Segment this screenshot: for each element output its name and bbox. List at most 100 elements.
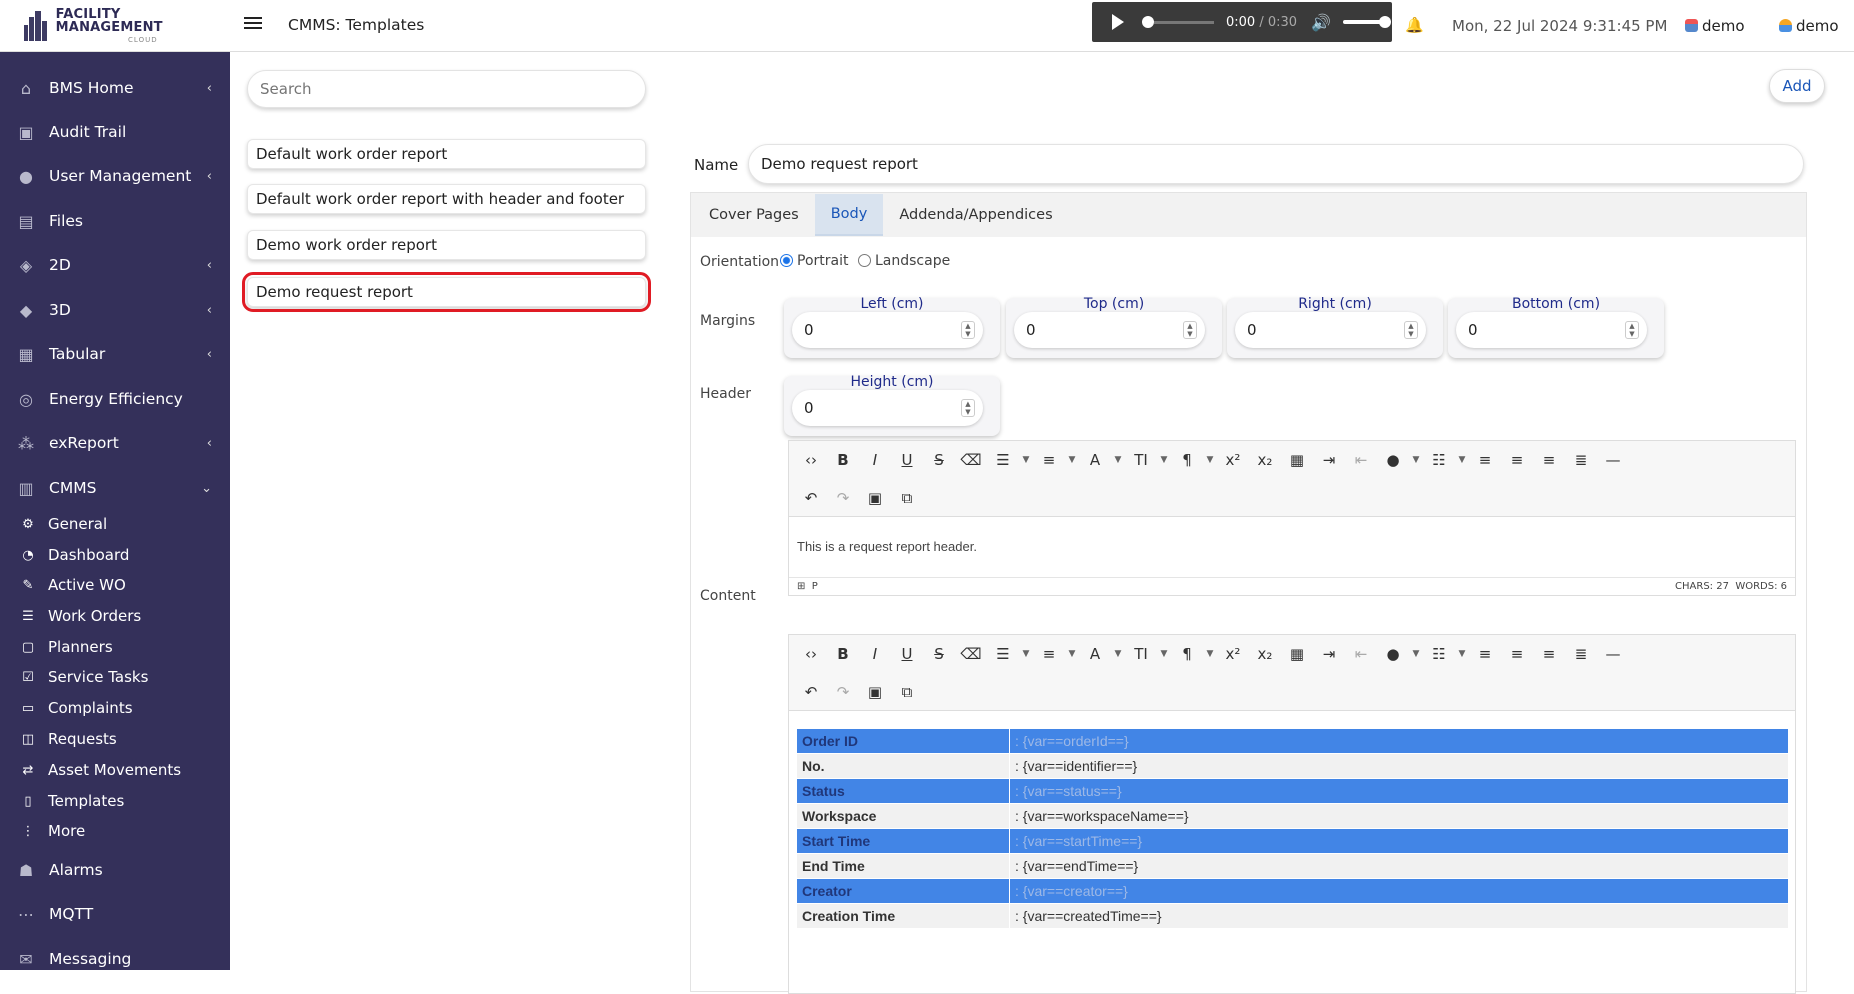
redo-icon[interactable]: ↷	[827, 683, 859, 701]
volume-icon[interactable]: 🔊	[1311, 13, 1331, 32]
table-row[interactable]: Workspace: {var==workspaceName==}	[796, 803, 1789, 829]
chevron-down-icon[interactable]: ▼	[1409, 649, 1423, 659]
undo-icon[interactable]: ↶	[795, 683, 827, 701]
bullet-list-icon[interactable]: ☰	[987, 645, 1019, 663]
sidebar-item-messaging[interactable]: ✉ Messaging	[0, 937, 230, 981]
margin-top-input[interactable]: 0 ▲ ▼	[1014, 312, 1205, 348]
strikethrough-icon[interactable]: S	[923, 451, 955, 469]
table-row[interactable]: Creator: {var==creator==}	[796, 878, 1789, 904]
header-editor-content[interactable]: This is a request report header.	[789, 517, 1795, 577]
chevron-down-icon[interactable]: ▼	[1111, 455, 1125, 465]
undo-icon[interactable]: ↶	[795, 489, 827, 507]
horizontal-rule-icon[interactable]: —	[1597, 451, 1629, 469]
outdent-icon[interactable]: ⇤	[1345, 645, 1377, 663]
redo-icon[interactable]: ↷	[827, 489, 859, 507]
spinner-icon[interactable]: ▲ ▼	[961, 321, 975, 339]
bell-icon[interactable]: 🔔	[1405, 16, 1424, 34]
image-icon[interactable]: ▣	[859, 683, 891, 701]
indent-icon[interactable]: ⇥	[1313, 645, 1345, 663]
sidebar-sub-general[interactable]: ⚙ General	[0, 509, 230, 539]
content-editor-area[interactable]: Order ID: {var==orderId==} No.: {var==id…	[789, 711, 1795, 991]
sidebar-item-files[interactable]: ▤ Files	[0, 199, 230, 243]
template-name-input[interactable]: Demo request report	[748, 144, 1804, 184]
template-list-item-selected[interactable]: Demo request report	[242, 272, 651, 312]
workspace-user-button[interactable]: demo	[1685, 17, 1745, 35]
variable-icon[interactable]: ⧉	[891, 683, 923, 701]
spinner-icon[interactable]: ▲ ▼	[1625, 321, 1639, 339]
align-center-icon[interactable]: ≡	[1501, 451, 1533, 469]
code-view-icon[interactable]: ‹›	[795, 645, 827, 663]
sidebar-item-alarms[interactable]: ☗ Alarms	[0, 848, 230, 892]
sidebar-sub-complaints[interactable]: ▭ Complaints	[0, 693, 230, 723]
paragraph-icon[interactable]: ¶	[1171, 451, 1203, 469]
indent-icon[interactable]: ⇥	[1313, 451, 1345, 469]
radio-unchecked-icon[interactable]	[858, 254, 871, 267]
sidebar-sub-dashboard[interactable]: ◔ Dashboard	[0, 540, 230, 570]
seek-track[interactable]	[1154, 20, 1214, 24]
spinner-icon[interactable]: ▲ ▼	[1183, 321, 1197, 339]
table-row[interactable]: End Time: {var==endTime==}	[796, 853, 1789, 879]
align-list-icon[interactable]: ☷	[1423, 451, 1455, 469]
align-left-icon[interactable]: ≡	[1469, 645, 1501, 663]
tab-cover-pages[interactable]: Cover Pages	[693, 194, 815, 236]
bold-icon[interactable]: B	[827, 645, 859, 663]
margin-right-input[interactable]: 0 ▲ ▼	[1235, 312, 1426, 348]
align-list-icon[interactable]: ☷	[1423, 645, 1455, 663]
font-icon[interactable]: A	[1079, 451, 1111, 469]
chevron-down-icon[interactable]: ▼	[1157, 455, 1171, 465]
numbered-list-icon[interactable]: ≡	[1033, 645, 1065, 663]
play-icon[interactable]	[1112, 14, 1124, 30]
font-size-icon[interactable]: TI	[1125, 451, 1157, 469]
chevron-down-icon[interactable]: ▼	[1065, 455, 1079, 465]
underline-icon[interactable]: U	[891, 451, 923, 469]
table-insert-icon[interactable]: ▦	[1281, 645, 1313, 663]
numbered-list-icon[interactable]: ≡	[1033, 451, 1065, 469]
orientation-landscape-option[interactable]: Landscape	[858, 253, 950, 269]
radio-checked-icon[interactable]	[780, 254, 793, 267]
align-right-icon[interactable]: ≡	[1533, 645, 1565, 663]
user-account-button[interactable]: demo	[1779, 17, 1839, 35]
sidebar-sub-templates[interactable]: ▯ Templates	[0, 786, 230, 816]
resize-icon[interactable]: ⊞	[797, 581, 805, 592]
sidebar-item-2d[interactable]: ◈ 2D ‹	[0, 243, 230, 287]
spinner-icon[interactable]: ▲ ▼	[1404, 321, 1418, 339]
template-list-item[interactable]: Default work order report	[247, 139, 646, 169]
sidebar-item-exreport[interactable]: ⁂ exReport ‹	[0, 421, 230, 465]
subscript-icon[interactable]: x₂	[1249, 645, 1281, 663]
table-insert-icon[interactable]: ▦	[1281, 451, 1313, 469]
paragraph-icon[interactable]: ¶	[1171, 645, 1203, 663]
chevron-down-icon[interactable]: ▼	[1455, 649, 1469, 659]
table-row[interactable]: Start Time: {var==startTime==}	[796, 828, 1789, 854]
chevron-down-icon[interactable]: ▼	[1019, 455, 1033, 465]
tab-addenda[interactable]: Addenda/Appendices	[883, 194, 1068, 236]
bold-icon[interactable]: B	[827, 451, 859, 469]
italic-icon[interactable]: I	[859, 645, 891, 663]
table-row[interactable]: No.: {var==identifier==}	[796, 753, 1789, 779]
volume-slider[interactable]	[1342, 16, 1391, 28]
sidebar-item-3d[interactable]: ◆ 3D ‹	[0, 288, 230, 332]
align-right-icon[interactable]: ≡	[1533, 451, 1565, 469]
color-icon[interactable]: ●	[1377, 645, 1409, 663]
table-row[interactable]: Creation Time: {var==createdTime==}	[796, 903, 1789, 929]
sidebar-item-mqtt[interactable]: ⋯ MQTT	[0, 892, 230, 936]
color-icon[interactable]: ●	[1377, 451, 1409, 469]
spinner-icon[interactable]: ▲ ▼	[961, 399, 975, 417]
eraser-icon[interactable]: ⌫	[955, 645, 987, 663]
table-row[interactable]: Status: {var==status==}	[796, 778, 1789, 804]
underline-icon[interactable]: U	[891, 645, 923, 663]
sidebar-item-user-management[interactable]: ● User Management ‹	[0, 154, 230, 198]
header-height-input[interactable]: 0 ▲ ▼	[792, 390, 983, 426]
font-size-icon[interactable]: TI	[1125, 645, 1157, 663]
superscript-icon[interactable]: x²	[1217, 451, 1249, 469]
chevron-down-icon[interactable]: ▼	[1203, 649, 1217, 659]
chevron-down-icon[interactable]: ▼	[1065, 649, 1079, 659]
app-logo[interactable]: FACILITY MANAGEMENT CLOUD	[0, 0, 230, 52]
sidebar-item-energy-efficiency[interactable]: ◎ Energy Efficiency	[0, 377, 230, 421]
sidebar-item-audit-trail[interactable]: ▣ Audit Trail	[0, 110, 230, 154]
sidebar-item-cmms[interactable]: ▥ CMMS ⌄	[0, 466, 230, 510]
sidebar-sub-asset-movements[interactable]: ⇄ Asset Movements	[0, 755, 230, 785]
chevron-down-icon[interactable]: ▼	[1203, 455, 1217, 465]
sidebar-sub-requests[interactable]: ◫ Requests	[0, 724, 230, 754]
chevron-down-icon[interactable]: ▼	[1157, 649, 1171, 659]
sidebar-sub-work-orders[interactable]: ☰ Work Orders	[0, 601, 230, 631]
